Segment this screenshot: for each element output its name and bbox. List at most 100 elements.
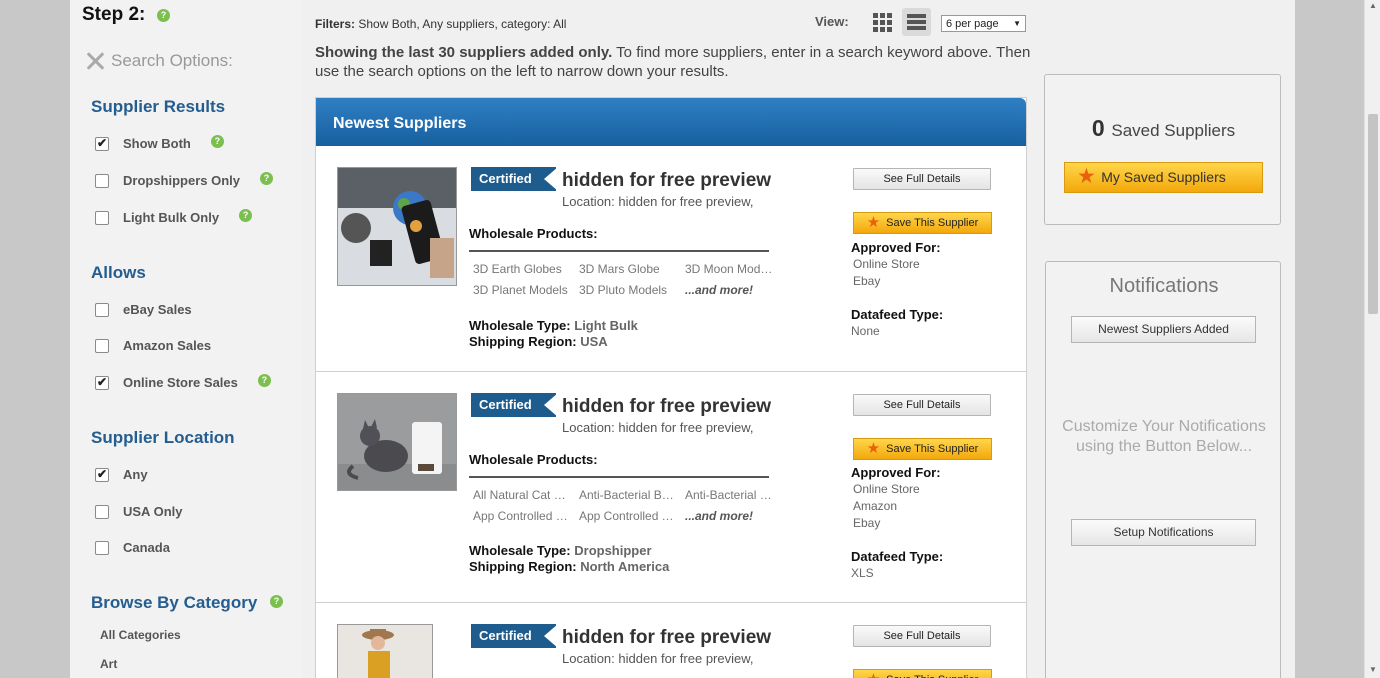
option-show-both[interactable]: Show Both ?	[95, 135, 224, 151]
setup-notifications-button[interactable]: Setup Notifications	[1071, 519, 1256, 546]
supplier-name[interactable]: hidden for free preview	[562, 627, 771, 649]
datafeed-type-value: XLS	[851, 566, 874, 580]
save-supplier-label: Save This Supplier	[886, 674, 978, 678]
wholesale-type-label: Wholesale Type:	[469, 318, 571, 333]
option-light-bulk-only[interactable]: Light Bulk Only ?	[95, 209, 253, 225]
option-label: Online Store Sales	[123, 375, 238, 390]
product-item: 3D Earth Globes	[473, 262, 562, 276]
approved-item: Ebay	[853, 516, 881, 530]
option-online-store-sales[interactable]: Online Store Sales ?	[95, 374, 271, 390]
grid-view-icon[interactable]	[870, 10, 894, 34]
save-supplier-button[interactable]: ★ Save This Supplier	[853, 669, 992, 678]
wholesale-products-label: Wholesale Products:	[469, 452, 598, 467]
supplier-card: Certified hidden for free preview Locati…	[316, 603, 1026, 678]
notifications-text: Customize Your Notifications using the B…	[1062, 418, 1266, 455]
saved-count: 0	[1091, 115, 1105, 141]
scroll-down-icon[interactable]: ▼	[1365, 664, 1380, 676]
checkbox[interactable]	[95, 173, 109, 188]
product-item: App Controlled Toys	[579, 509, 685, 523]
page-scrollbar[interactable]: ▲ ▼	[1364, 0, 1380, 678]
see-full-details-button[interactable]: See Full Details	[853, 168, 991, 190]
option-dropshippers-only[interactable]: Dropshippers Only ?	[95, 172, 274, 188]
approved-for-label: Approved For:	[851, 465, 941, 480]
shipping-region-value: USA	[580, 334, 608, 349]
supplier-image[interactable]	[337, 393, 457, 491]
list-view-icon[interactable]	[902, 8, 931, 36]
star-icon: ★	[867, 671, 880, 678]
option-label: Canada	[123, 540, 170, 555]
option-usa-only[interactable]: USA Only	[95, 504, 182, 519]
see-full-details-button[interactable]: See Full Details	[853, 625, 991, 647]
category-all[interactable]: All Categories	[100, 628, 181, 642]
save-supplier-button[interactable]: ★ Save This Supplier	[853, 438, 992, 460]
supplier-card: Certified hidden for free preview Locati…	[316, 146, 1026, 372]
help-icon[interactable]: ?	[157, 9, 170, 22]
product-list: 3D Earth Globes 3D Mars Globe 3D Moon Mo…	[473, 262, 783, 297]
browse-title-label: Browse By Category	[91, 593, 258, 612]
step-title: Step 2: ?	[82, 4, 170, 26]
search-options-header: Search Options:	[84, 50, 233, 72]
star-icon: ★	[1077, 165, 1096, 188]
datafeed-type-label: Datafeed Type:	[851, 307, 944, 322]
supplier-card: Certified hidden for free preview Locati…	[316, 372, 1026, 603]
supplier-name[interactable]: hidden for free preview	[562, 170, 771, 192]
my-saved-suppliers-button[interactable]: ★ My Saved Suppliers	[1064, 162, 1263, 193]
supplier-image[interactable]	[337, 167, 457, 286]
option-label: Show Both	[123, 136, 191, 151]
checkbox[interactable]	[95, 338, 109, 353]
save-supplier-label: Save This Supplier	[886, 217, 979, 229]
supplier-location-title: Supplier Location	[91, 428, 235, 447]
checkbox[interactable]	[95, 540, 109, 555]
option-ebay-sales[interactable]: eBay Sales	[95, 302, 192, 317]
wholesale-type-value: Dropshipper	[574, 543, 652, 558]
approved-for-label: Approved For:	[851, 240, 941, 255]
help-icon[interactable]: ?	[270, 595, 284, 609]
wholesale-type-value: Light Bulk	[574, 318, 638, 333]
approved-item: Amazon	[853, 499, 898, 513]
approved-item: Ebay	[853, 274, 881, 288]
checkbox[interactable]	[95, 210, 109, 225]
per-page-value: 6 per page	[946, 17, 999, 30]
saved-label: Saved Suppliers	[1111, 121, 1236, 140]
product-item: 3D Pluto Models	[579, 283, 668, 297]
browse-category-title: Browse By Category ?	[91, 593, 284, 613]
checkbox[interactable]	[95, 375, 109, 390]
product-list: All Natural Cat Food Anti-Bacterial Bowl…	[473, 488, 783, 523]
checkbox[interactable]	[95, 467, 109, 482]
and-more-label: ...and more!	[685, 509, 754, 523]
option-label: eBay Sales	[123, 302, 192, 317]
save-supplier-button[interactable]: ★ Save This Supplier	[853, 212, 992, 234]
product-item: 3D Mars Globe	[579, 262, 660, 276]
option-label: Any	[123, 467, 148, 482]
checkbox[interactable]	[95, 302, 109, 317]
supplier-name[interactable]: hidden for free preview	[562, 396, 771, 418]
supplier-location: Location: hidden for free preview,	[562, 420, 754, 435]
per-page-select[interactable]: 6 per page ▼	[941, 15, 1026, 32]
newest-suppliers-added-button[interactable]: Newest Suppliers Added	[1071, 316, 1256, 343]
scroll-up-icon[interactable]: ▲	[1365, 0, 1380, 12]
help-icon[interactable]: ?	[210, 135, 224, 148]
option-any[interactable]: Any	[95, 467, 148, 482]
star-icon: ★	[866, 214, 881, 231]
scroll-thumb[interactable]	[1368, 114, 1378, 314]
option-amazon-sales[interactable]: Amazon Sales	[95, 338, 211, 353]
notifications-title: Notifications	[1109, 275, 1219, 297]
see-full-details-button[interactable]: See Full Details	[853, 394, 991, 416]
option-label: Amazon Sales	[123, 338, 212, 353]
category-art[interactable]: Art	[100, 657, 117, 671]
help-icon[interactable]: ?	[257, 374, 271, 387]
product-item: All Natural Cat Food	[473, 488, 579, 502]
help-icon[interactable]: ?	[260, 172, 274, 185]
and-more-label: ...and more!	[685, 283, 754, 297]
supplier-image[interactable]	[337, 624, 433, 678]
checkbox[interactable]	[95, 136, 109, 151]
certified-badge: Certified	[471, 624, 558, 648]
help-icon[interactable]: ?	[239, 209, 253, 222]
option-canada[interactable]: Canada	[95, 540, 170, 555]
approved-item: Online Store	[853, 257, 920, 271]
showing-notice: Showing the last 30 suppliers added only…	[315, 43, 1035, 81]
checkbox[interactable]	[95, 504, 109, 519]
supplier-meta: Wholesale Type: Light Bulk Shipping Regi…	[469, 318, 638, 350]
product-item: 3D Planet Models	[473, 283, 568, 297]
filters-value: Show Both, Any suppliers, category: All	[358, 17, 567, 31]
